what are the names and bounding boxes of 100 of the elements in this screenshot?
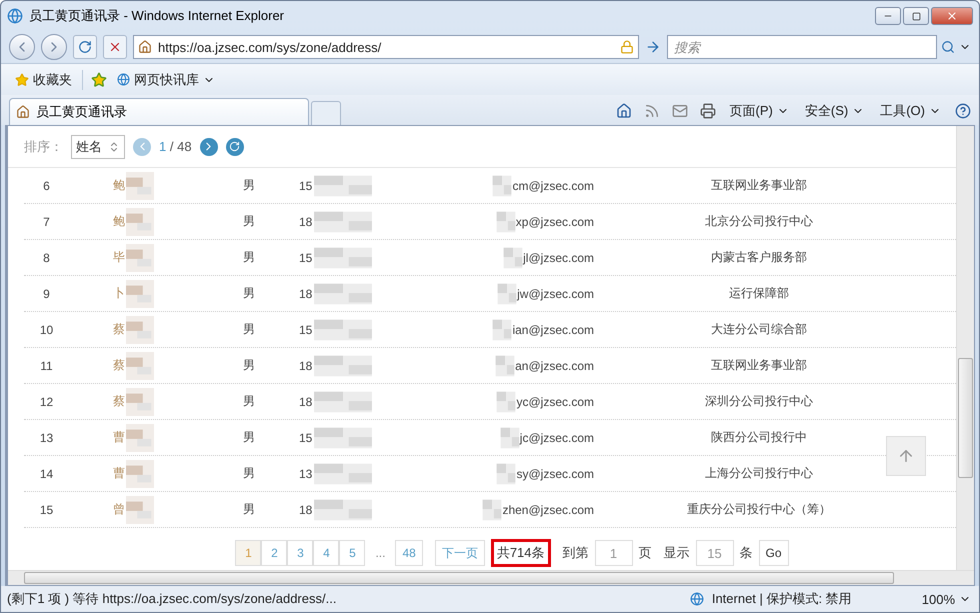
gender-text: 男 [242, 213, 256, 230]
refresh-button[interactable] [73, 35, 97, 59]
name-mosaic [125, 424, 155, 452]
back-button[interactable] [9, 34, 35, 60]
phone-text: 15 [299, 430, 312, 444]
name-text: 蔡 [113, 393, 125, 410]
globe-icon [117, 73, 130, 86]
go-icon[interactable] [645, 39, 661, 55]
name-mosaic [125, 280, 155, 308]
next-page-button[interactable] [200, 138, 218, 156]
zoom-level[interactable]: 100% [920, 592, 973, 606]
row-index: 6 [42, 178, 51, 192]
search-icon[interactable] [941, 40, 955, 54]
name-text: 鲍 [113, 213, 125, 230]
stop-button[interactable] [103, 35, 127, 59]
row-index: 7 [42, 214, 51, 228]
gender-text: 男 [242, 177, 256, 194]
site-icon [16, 105, 30, 119]
security-zone: Internet | 保护模式: 禁用 [712, 590, 852, 608]
maximize-icon [912, 12, 920, 20]
email-text: jw@jzsec.com [517, 286, 594, 300]
home-icon[interactable] [616, 103, 632, 119]
row-index: 9 [42, 286, 51, 300]
gender-text: 男 [242, 285, 256, 302]
forward-button[interactable] [41, 34, 67, 60]
size-unit: 条 [740, 544, 753, 562]
go-button[interactable]: Go [758, 540, 789, 566]
email-text: yc@jzsec.com [516, 394, 594, 408]
email-text: jc@jzsec.com [520, 430, 594, 444]
name-mosaic [125, 172, 155, 200]
phone-text: 18 [299, 358, 312, 372]
phone-text: 15 [299, 178, 312, 192]
phone-text: 13 [299, 466, 312, 480]
gender-text: 男 [242, 465, 256, 482]
site-icon [138, 40, 152, 54]
department-text: 深圳分公司投行中心 [704, 393, 814, 410]
name-text: 鲍 [113, 177, 125, 194]
department-text: 内蒙古客户服务部 [710, 249, 808, 266]
gender-text: 男 [242, 249, 256, 266]
name-text: 卜 [113, 285, 125, 302]
back-to-top-button[interactable] [886, 436, 926, 476]
address-url: https://oa.jzsec.com/sys/zone/address/ [158, 40, 382, 54]
feed-icon[interactable] [644, 103, 660, 119]
maximize-button[interactable] [903, 7, 929, 25]
favorites-button[interactable]: 收藏夹 [13, 70, 74, 88]
row-index: 12 [38, 394, 54, 408]
name-mosaic [125, 496, 155, 524]
phone-text: 15 [299, 250, 312, 264]
mail-icon[interactable] [672, 103, 688, 119]
reload-button[interactable] [226, 138, 244, 156]
name-mosaic [125, 460, 155, 488]
gender-text: 男 [242, 393, 256, 410]
help-icon[interactable] [955, 103, 971, 119]
gender-text: 男 [242, 357, 256, 374]
email-text: sy@jzsec.com [516, 466, 594, 480]
name-text: 毕 [113, 249, 125, 266]
name-mosaic [125, 244, 155, 272]
sort-select[interactable]: 姓名 [71, 134, 125, 158]
row-index: 14 [38, 466, 54, 480]
globe-icon [690, 592, 704, 606]
command-menu[interactable]: 安全(S) [802, 102, 866, 120]
department-text: 互联网业务事业部 [710, 177, 808, 194]
add-favorites-icon[interactable] [91, 72, 107, 88]
department-text: 陕西分公司投行中 [710, 429, 808, 446]
department-text: 重庆分公司投行中心（筹） [686, 501, 832, 518]
phone-text: 18 [299, 214, 312, 228]
refresh-icon [78, 40, 92, 54]
name-text: 曹 [113, 465, 125, 482]
name-mosaic [125, 352, 155, 380]
search-field[interactable]: 搜索 [667, 35, 937, 59]
browser-logo-icon [7, 8, 23, 24]
print-icon[interactable] [700, 103, 716, 119]
email-text: jl@jzsec.com [523, 250, 594, 264]
close-button[interactable] [931, 7, 973, 25]
department-text: 北京分公司投行中心 [704, 213, 814, 230]
page-tab[interactable]: 员工黄页通讯录 [9, 98, 309, 125]
row-index: 13 [38, 430, 54, 444]
sort-arrows-icon [108, 140, 120, 152]
ellipsis-text: ... [374, 546, 386, 560]
web-slice-button[interactable]: 网页快讯库 [115, 70, 217, 88]
vertical-scrollbar[interactable] [956, 126, 974, 570]
command-menu[interactable]: 页面(P) [728, 102, 791, 120]
show-label: 显示 [664, 544, 690, 562]
row-index: 10 [38, 322, 54, 336]
goto-label: 到第 [562, 544, 589, 562]
name-text: 蔡 [113, 321, 125, 338]
gender-text: 男 [242, 501, 256, 518]
refresh-icon [229, 141, 240, 152]
name-mosaic [125, 208, 155, 236]
row-index: 8 [42, 250, 51, 264]
department-text: 大连分公司综合部 [710, 321, 808, 338]
horizontal-scrollbar[interactable] [8, 570, 974, 585]
lock-icon [620, 40, 634, 54]
command-menu[interactable]: 工具(O) [878, 102, 943, 120]
address-field[interactable]: https://oa.jzsec.com/sys/zone/address/ [133, 35, 639, 59]
email-text: zhen@jzsec.com [502, 502, 594, 516]
phone-text: 15 [299, 322, 312, 336]
department-text: 运行保障部 [728, 285, 790, 302]
email-text: ian@jzsec.com [512, 322, 594, 336]
row-index: 15 [38, 502, 54, 516]
